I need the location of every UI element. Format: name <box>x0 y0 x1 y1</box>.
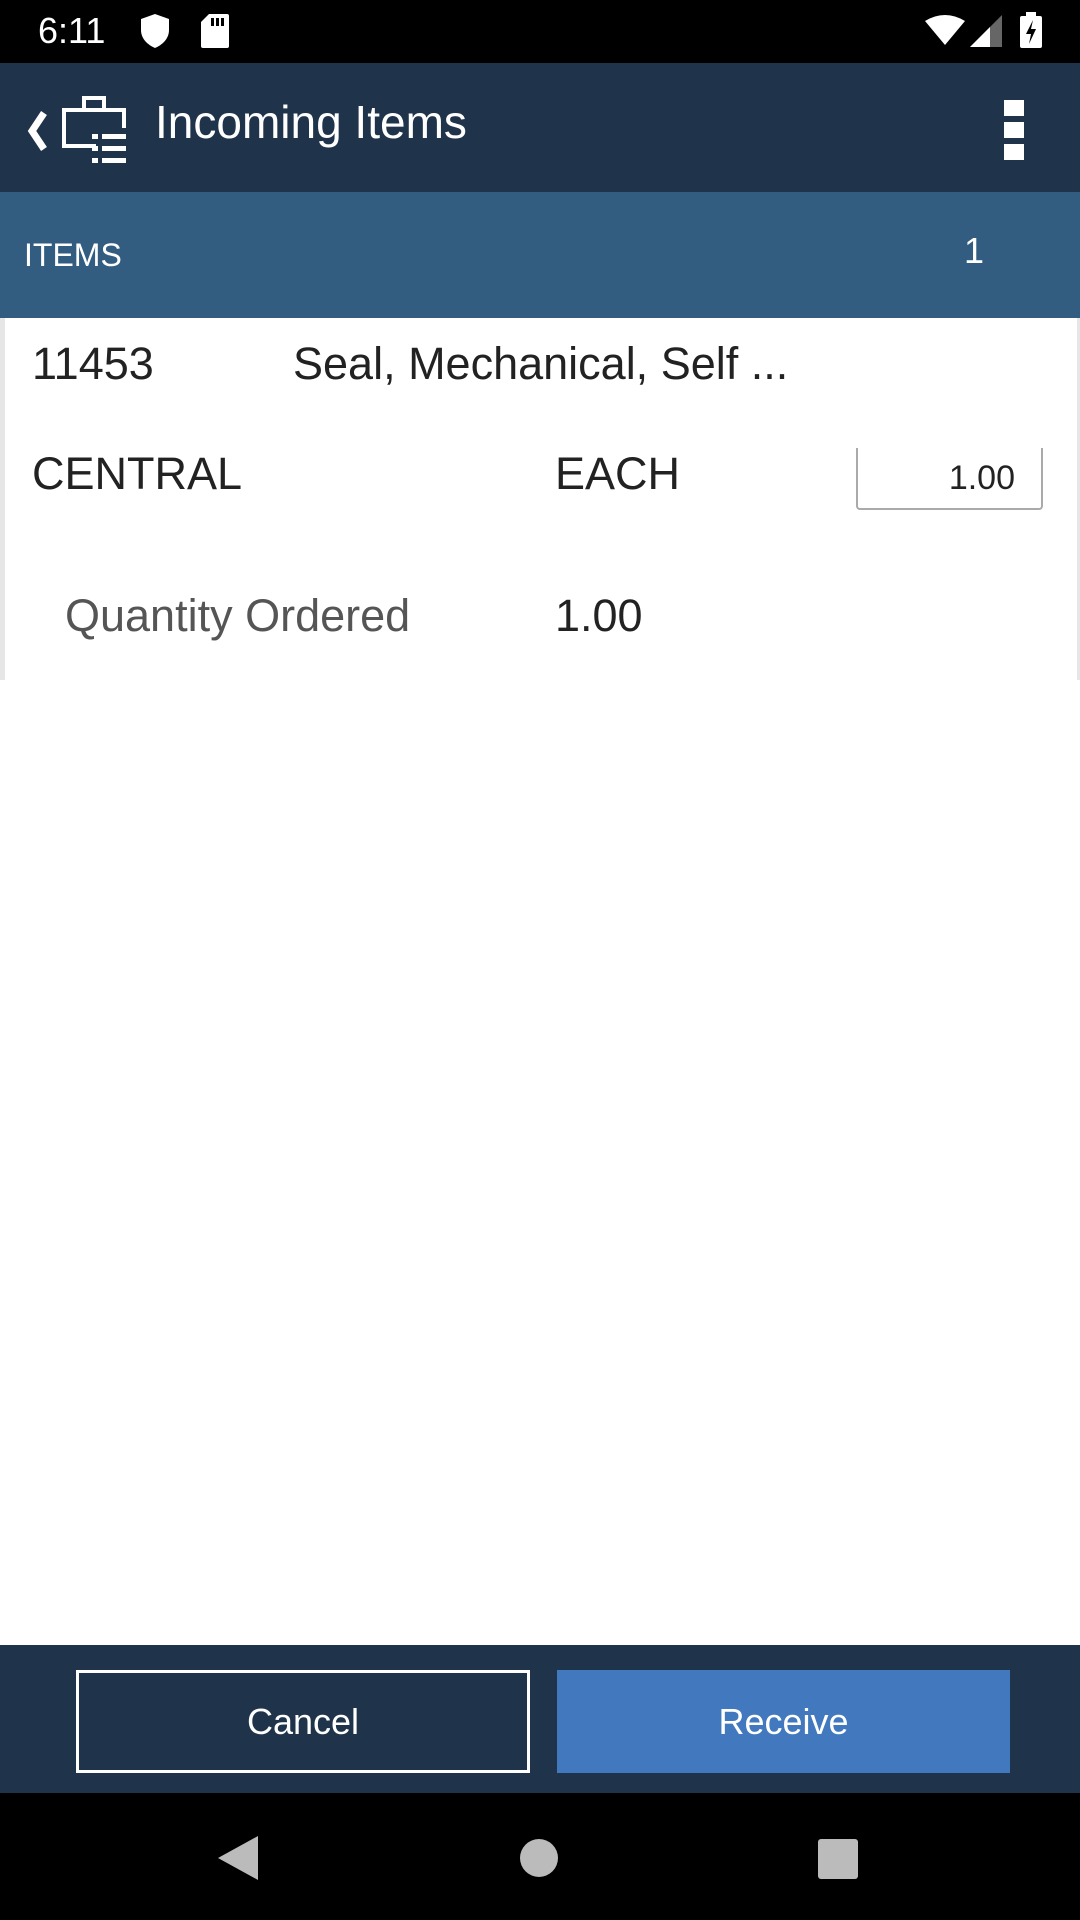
item-description: Seal, Mechanical, Self ... <box>293 338 789 389</box>
chevron-left-icon[interactable] <box>26 111 48 151</box>
action-bar: Cancel Receive <box>0 1645 1080 1793</box>
unit-of-measure: EACH <box>555 448 681 499</box>
briefcase-list-icon <box>62 96 126 163</box>
page-title: Incoming Items <box>155 96 467 148</box>
home-icon[interactable] <box>520 1839 558 1877</box>
status-bar: 6:11 <box>0 0 1080 63</box>
items-label: ITEMS <box>24 237 122 273</box>
recents-icon[interactable] <box>818 1839 858 1879</box>
shield-icon <box>141 14 169 48</box>
cancel-button[interactable]: Cancel <box>76 1670 530 1773</box>
storeroom: CENTRAL <box>32 448 243 499</box>
quantity-ordered-value: 1.00 <box>555 590 643 641</box>
item-card[interactable]: 11453 Seal, Mechanical, Self ... CENTRAL… <box>0 318 1080 680</box>
battery-charging-icon <box>1020 12 1042 48</box>
app-header: Incoming Items <box>0 63 1080 192</box>
signal-icon <box>970 15 1002 47</box>
sd-card-icon <box>201 14 229 48</box>
status-time: 6:11 <box>38 10 106 51</box>
quantity-ordered-label: Quantity Ordered <box>65 590 411 641</box>
wifi-icon <box>925 15 965 45</box>
back-icon[interactable] <box>218 1836 258 1880</box>
navigation-bar <box>0 1793 1080 1920</box>
quantity-input[interactable] <box>856 448 1043 510</box>
items-section-header: ITEMS 1 <box>0 192 1080 318</box>
more-vertical-icon[interactable] <box>1004 100 1024 160</box>
items-count: 1 <box>964 230 985 271</box>
item-number: 11453 <box>32 338 154 389</box>
receive-button[interactable]: Receive <box>557 1670 1010 1773</box>
